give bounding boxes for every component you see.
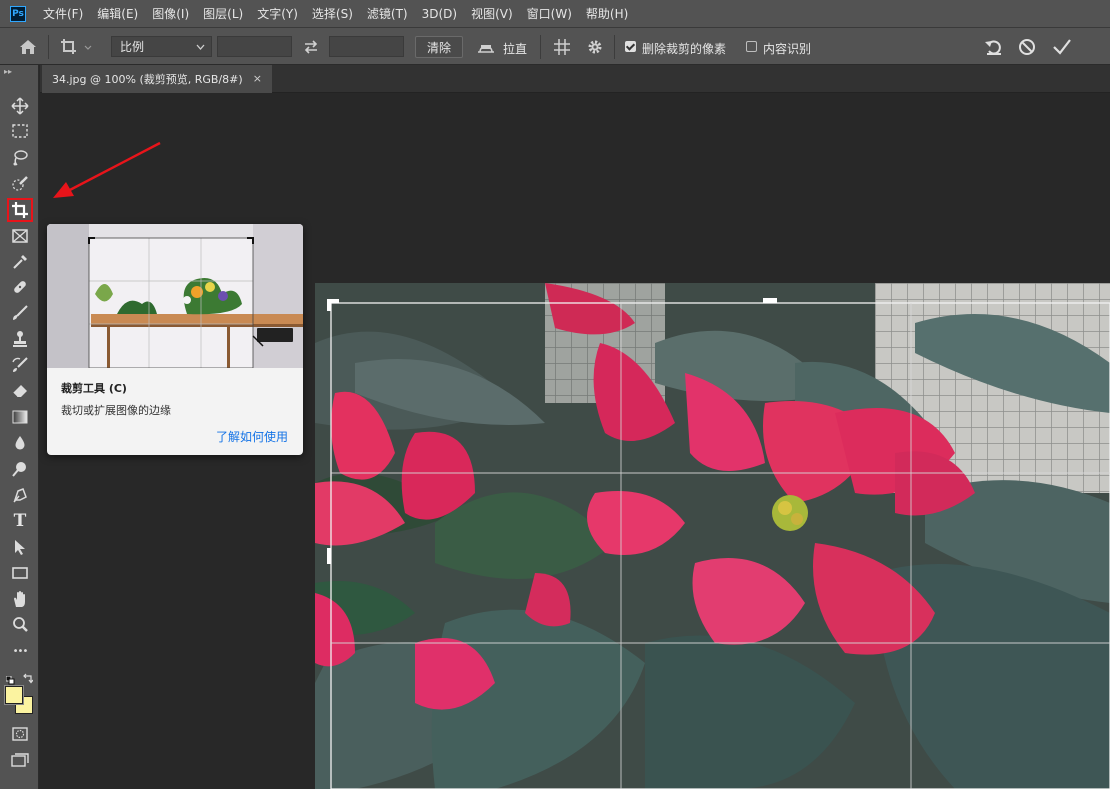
swap-colors-icon[interactable] [22,669,34,688]
blur-tool-icon[interactable] [8,432,32,454]
menu-edit[interactable]: 编辑(E) [90,5,145,22]
document-tab-title: 34.jpg @ 100% (裁剪预览, RGB/8#) [52,73,243,86]
menu-image[interactable]: 图像(I) [145,5,196,22]
move-tool-icon[interactable] [8,95,32,117]
straighten-icon[interactable] [475,36,497,58]
swap-icon[interactable] [300,36,322,58]
content-aware-label[interactable]: 内容识别 [763,40,811,57]
home-icon[interactable] [17,36,39,58]
menu-select[interactable]: 选择(S) [305,5,360,22]
clone-stamp-tool-icon[interactable] [8,328,32,350]
straighten-label[interactable]: 拉直 [503,40,527,57]
zoom-tool-icon[interactable] [8,614,32,636]
foreground-color-swatch[interactable] [5,686,23,704]
ratio-select-value: 比例 [120,40,145,54]
eyedropper-tool-icon[interactable] [8,251,32,273]
options-bar: 比例 清除 拉直 删除裁剪的像素 内容识别 [0,27,1110,65]
pen-tool-icon[interactable] [8,484,32,506]
tooltip-title: 裁剪工具 (C) [61,382,127,395]
default-colors-icon[interactable] [5,670,15,685]
gear-icon[interactable] [584,36,606,58]
marquee-tool-icon[interactable] [8,120,32,142]
frame-tool-icon[interactable] [8,225,32,247]
commit-icon[interactable] [1051,36,1073,58]
document-canvas-image[interactable] [315,283,1110,789]
menu-bar: Ps 文件(F) 编辑(E) 图像(I) 图层(L) 文字(Y) 选择(S) 滤… [0,0,1110,27]
crop-tool-icon[interactable] [7,198,33,222]
document-tab-bar: 34.jpg @ 100% (裁剪预览, RGB/8#) × [40,65,1110,93]
menu-file[interactable]: 文件(F) [36,5,90,22]
eraser-tool-icon[interactable] [8,380,32,402]
separator [540,35,541,59]
tooltip-description: 裁切或扩展图像的边缘 [61,404,171,417]
width-input[interactable] [217,36,292,57]
panel-collapse-icon[interactable]: ▸▸ [4,67,12,76]
separator [614,35,615,59]
menu-window[interactable]: 窗口(W) [520,5,579,22]
history-brush-tool-icon[interactable] [8,354,32,376]
crop-preset-icon[interactable] [58,36,96,58]
cancel-icon[interactable] [1016,36,1038,58]
chevron-down-icon [196,44,205,50]
photoshop-logo: Ps [10,5,26,22]
dodge-tool-icon[interactable] [8,458,32,480]
type-tool-icon[interactable]: T [8,510,32,532]
delete-cropped-label[interactable]: 删除裁剪的像素 [642,40,726,57]
ratio-select[interactable]: 比例 [111,36,212,57]
height-input[interactable] [329,36,404,57]
separator [48,35,49,59]
close-icon[interactable]: × [253,72,262,85]
grid-overlay-icon[interactable] [551,36,573,58]
quick-select-tool-icon[interactable] [8,173,32,195]
menu-layer[interactable]: 图层(L) [196,5,250,22]
screen-mode-icon[interactable] [8,749,32,771]
rectangle-tool-icon[interactable] [8,562,32,584]
tools-panel: ▸▸ T ••• [0,65,39,789]
menu-help[interactable]: 帮助(H) [579,5,635,22]
clear-button[interactable]: 清除 [415,36,463,58]
menu-type[interactable]: 文字(Y) [250,5,305,22]
lasso-tool-icon[interactable] [8,147,32,169]
menu-view[interactable]: 视图(V) [464,5,520,22]
tool-tooltip: 裁剪工具 (C) 裁切或扩展图像的边缘 了解如何使用 [47,224,303,455]
healing-brush-tool-icon[interactable] [8,276,32,298]
hand-tool-icon[interactable] [8,588,32,610]
poinsettia-photo [315,283,1110,789]
more-tools-icon[interactable]: ••• [8,640,32,662]
reset-icon[interactable] [983,36,1005,58]
learn-how-link[interactable]: 了解如何使用 [216,428,288,445]
quick-mask-icon[interactable] [8,723,32,745]
menu-filter[interactable]: 滤镜(T) [360,5,415,22]
delete-cropped-checkbox[interactable] [625,41,636,52]
content-aware-checkbox[interactable] [746,41,757,52]
gradient-tool-icon[interactable] [8,406,32,428]
tooltip-preview-image [47,224,303,369]
menu-3d[interactable]: 3D(D) [415,7,464,21]
path-select-tool-icon[interactable] [8,536,32,558]
brush-tool-icon[interactable] [8,302,32,324]
red-arrow-annotation [53,141,161,198]
document-tab[interactable]: 34.jpg @ 100% (裁剪预览, RGB/8#) × [42,65,272,93]
